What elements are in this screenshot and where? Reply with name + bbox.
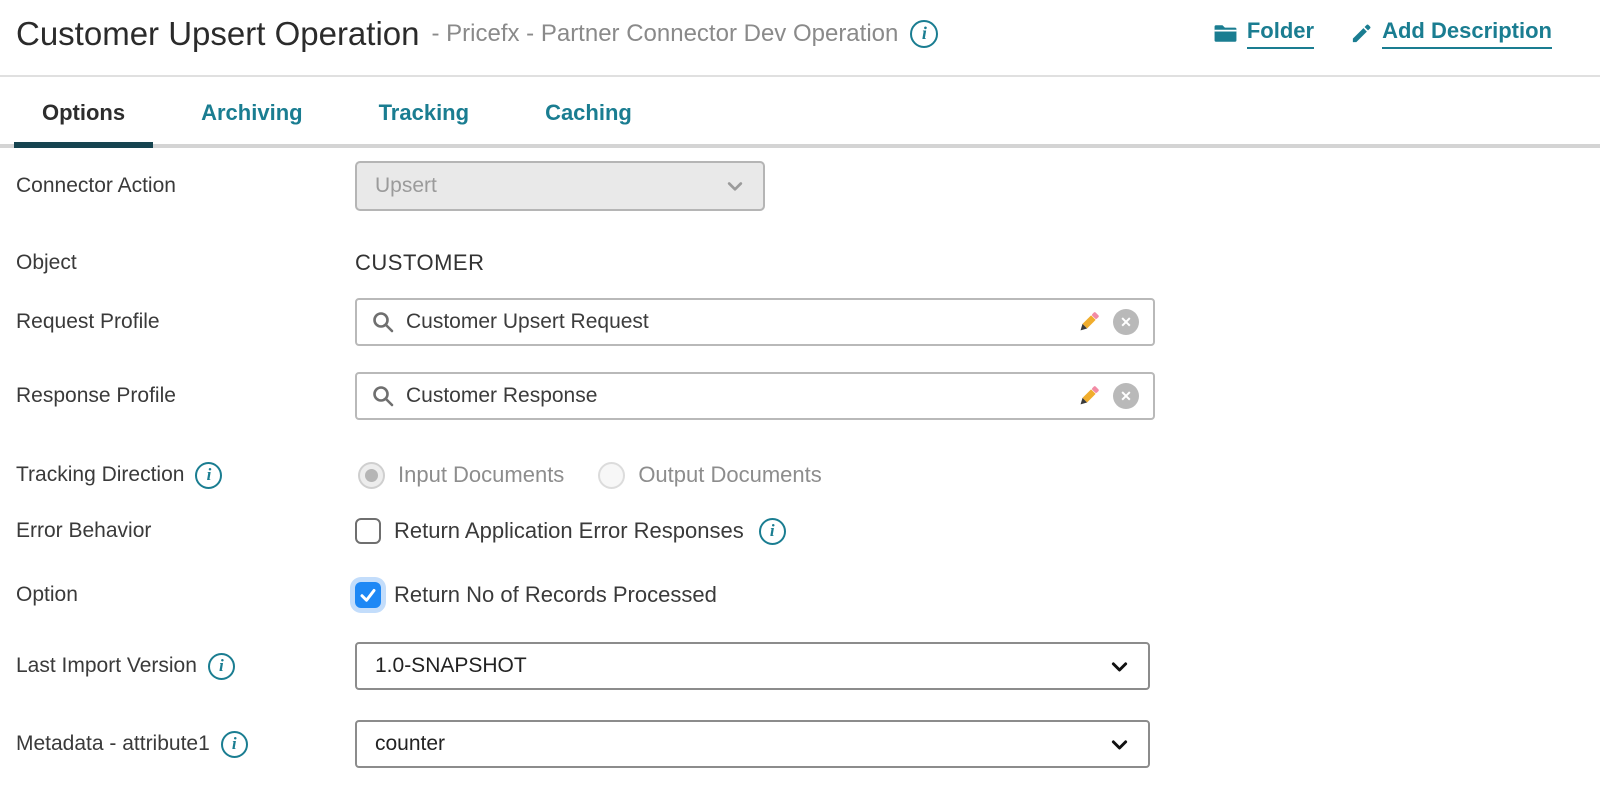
error-behavior-checkbox-row: Return Application Error Responses i (355, 517, 786, 545)
tracking-direction-label-text: Tracking Direction (16, 463, 185, 486)
tab-archiving-label: Archiving (201, 99, 303, 125)
last-import-version-select[interactable]: 1.0-SNAPSHOT (355, 642, 1150, 690)
error-behavior-label: Error Behavior (16, 519, 152, 542)
error-behavior-checkbox-label: Return Application Error Responses (394, 518, 744, 543)
tab-archiving[interactable]: Archiving (173, 77, 330, 148)
connector-action-select: Upsert (355, 161, 765, 211)
edit-pencil-icon[interactable] (1076, 383, 1102, 409)
last-import-version-row: Last Import Version i 1.0-SNAPSHOT (0, 642, 1600, 690)
tab-caching-label: Caching (545, 99, 632, 125)
last-import-version-label-text: Last Import Version (16, 654, 197, 677)
error-behavior-checkbox[interactable] (355, 518, 381, 544)
tracking-direction-options: Input Documents Output Documents (358, 461, 822, 489)
info-icon[interactable]: i (207, 652, 235, 680)
request-profile-input[interactable]: Customer Upsert Request ✕ (355, 298, 1155, 346)
connector-action-row: Connector Action Upsert (0, 161, 1600, 211)
clear-icon[interactable]: ✕ (1113, 383, 1139, 409)
edit-pencil-icon[interactable] (1076, 309, 1102, 335)
connector-action-value: Upsert (375, 174, 437, 197)
metadata-attribute1-select[interactable]: counter (355, 720, 1150, 768)
folder-link[interactable]: Folder (1213, 18, 1315, 49)
connector-action-label: Connector Action (16, 174, 176, 197)
folder-link-label: Folder (1246, 18, 1315, 49)
page-header: Customer Upsert Operation - Pricefx - Pa… (0, 0, 1600, 77)
info-icon[interactable]: i (220, 730, 248, 758)
metadata-attribute1-label: Metadata - attribute1 i (0, 730, 355, 758)
search-icon (371, 384, 395, 408)
request-profile-value: Customer Upsert Request (406, 310, 649, 333)
page-title: Customer Upsert Operation (16, 14, 420, 52)
radio-output-documents: Output Documents (598, 461, 822, 489)
info-icon[interactable]: i (910, 19, 939, 48)
chevron-down-icon (1109, 734, 1130, 755)
folder-icon (1213, 21, 1238, 46)
last-import-version-label: Last Import Version i (0, 652, 355, 680)
response-profile-input[interactable]: Customer Response ✕ (355, 372, 1155, 420)
tab-bar: Options Archiving Tracking Caching (0, 77, 1600, 148)
tab-tracking-label: Tracking (378, 99, 470, 125)
request-profile-row: Request Profile Customer Upsert Request … (0, 298, 1600, 346)
response-profile-row: Response Profile Customer Response ✕ (0, 372, 1600, 420)
chevron-down-icon (1109, 656, 1130, 677)
option-row: Option Return No of Records Processed (0, 580, 1600, 610)
option-checkbox-label: Return No of Records Processed (394, 582, 717, 607)
search-icon (371, 310, 395, 334)
last-import-version-value: 1.0-SNAPSHOT (375, 654, 527, 677)
option-checkbox[interactable] (355, 582, 381, 608)
tracking-direction-label: Tracking Direction i (0, 461, 355, 489)
radio-input-documents: Input Documents (358, 461, 565, 489)
tab-options[interactable]: Options (14, 77, 154, 148)
tab-caching[interactable]: Caching (517, 77, 660, 148)
radio-label: Input Documents (398, 462, 565, 487)
page-subtitle: - Pricefx - Partner Connector Dev Operat… (431, 19, 899, 47)
clear-icon[interactable]: ✕ (1113, 309, 1139, 335)
info-icon[interactable]: i (195, 461, 223, 489)
object-label: Object (16, 251, 77, 274)
radio-label: Output Documents (638, 462, 822, 487)
metadata-attribute1-value: counter (375, 732, 446, 755)
chevron-down-icon (725, 176, 745, 196)
error-behavior-row: Error Behavior Return Application Error … (0, 516, 1600, 546)
metadata-attribute1-label-text: Metadata - attribute1 (16, 732, 210, 755)
option-checkbox-row: Return No of Records Processed (355, 582, 717, 608)
response-profile-label: Response Profile (16, 384, 176, 407)
add-description-label: Add Description (1382, 18, 1552, 49)
info-icon[interactable]: i (758, 517, 786, 545)
object-row: Object CUSTOMER (0, 248, 1600, 278)
radio-button (598, 461, 626, 489)
pencil-icon (1350, 22, 1373, 45)
add-description-link[interactable]: Add Description (1350, 18, 1552, 49)
response-profile-value: Customer Response (406, 384, 598, 407)
object-value: CUSTOMER (355, 250, 485, 275)
option-label: Option (16, 583, 78, 606)
tab-tracking[interactable]: Tracking (351, 77, 497, 148)
request-profile-label: Request Profile (16, 310, 160, 333)
metadata-attribute1-row: Metadata - attribute1 i counter (0, 720, 1600, 768)
tracking-direction-row: Tracking Direction i Input Documents Out… (0, 460, 1600, 490)
tab-options-label: Options (42, 99, 126, 125)
header-actions: Folder Add Description (1213, 18, 1552, 49)
radio-button (358, 461, 385, 489)
options-form: Connector Action Upsert Object CUSTOMER … (0, 148, 1600, 768)
